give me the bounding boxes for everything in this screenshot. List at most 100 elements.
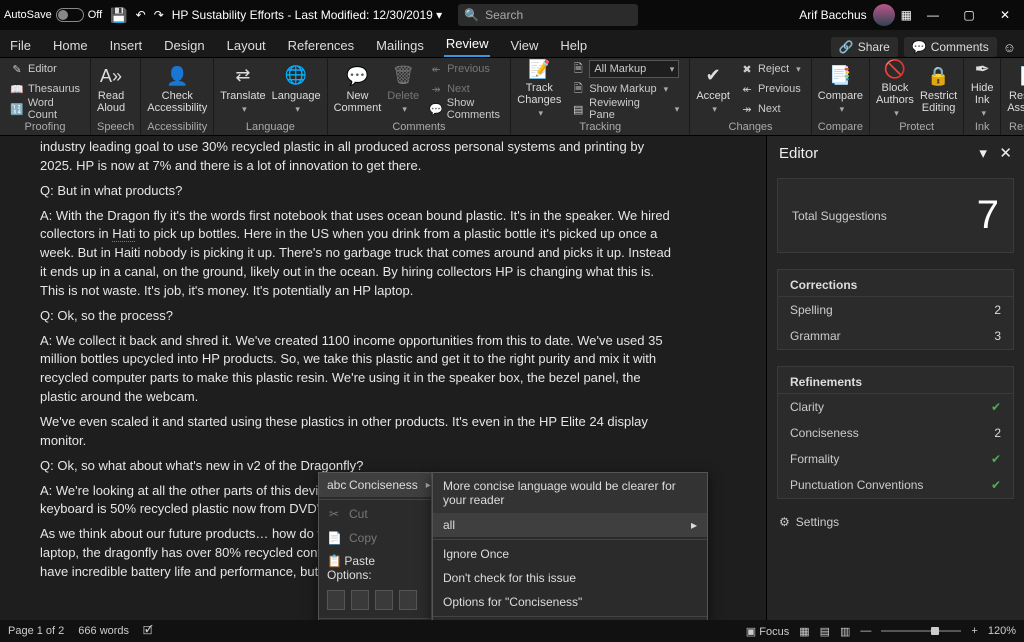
- tab-layout[interactable]: Layout: [225, 34, 268, 57]
- minimize-button[interactable]: —: [918, 0, 948, 30]
- zoom-level[interactable]: 120%: [988, 625, 1016, 637]
- zoom-slider[interactable]: [881, 630, 961, 632]
- restrict-editing-button[interactable]: 🔒Restrict Editing: [920, 60, 957, 118]
- para[interactable]: A: With the Dragon fly it's the words fi…: [40, 207, 680, 301]
- tab-file[interactable]: File: [8, 34, 33, 57]
- group-resume: Resume: [1007, 121, 1024, 135]
- track-changes-button[interactable]: 📝Track Changes: [517, 60, 561, 118]
- para[interactable]: industry leading goal to use 30% recycle…: [40, 138, 680, 176]
- accept-button[interactable]: ✔Accept: [696, 60, 730, 118]
- para[interactable]: Q: Ok, so the process?: [40, 307, 680, 326]
- group-proofing: Proofing: [6, 121, 84, 135]
- tab-references[interactable]: References: [286, 34, 356, 57]
- avatar[interactable]: [873, 4, 895, 26]
- new-comment-button[interactable]: 💬New Comment: [334, 60, 382, 118]
- grammar-row[interactable]: Grammar3: [778, 323, 1013, 349]
- submenu-options[interactable]: Options for "Conciseness": [433, 590, 707, 614]
- tab-review[interactable]: Review: [444, 32, 491, 57]
- para[interactable]: Q: But in what products?: [40, 182, 680, 201]
- editor-settings[interactable]: ⚙ Settings: [767, 507, 1024, 537]
- autosave-toggle[interactable]: [56, 8, 84, 22]
- group-language: Language: [220, 121, 320, 135]
- show-markup-button[interactable]: 🗎Show Markup: [567, 80, 683, 98]
- corrections-header: Corrections: [778, 270, 1013, 297]
- search-box[interactable]: 🔍 Search: [458, 4, 638, 26]
- focus-button[interactable]: ▣ Focus: [746, 625, 789, 638]
- share-button[interactable]: 🔗 Share: [831, 37, 898, 57]
- total-label: Total Suggestions: [792, 209, 887, 223]
- view-readmode-icon[interactable]: ▦: [799, 625, 809, 638]
- conciseness-row[interactable]: Conciseness2: [778, 420, 1013, 446]
- redo-icon[interactable]: ↷: [154, 8, 164, 22]
- close-button[interactable]: ✕: [990, 0, 1020, 30]
- next-comment-button[interactable]: ↠Next: [425, 80, 504, 98]
- tab-insert[interactable]: Insert: [108, 34, 145, 57]
- tab-view[interactable]: View: [508, 34, 540, 57]
- translate-button[interactable]: ⇄Translate: [220, 60, 265, 118]
- ctx-conciseness[interactable]: abcConciseness▸: [319, 473, 431, 497]
- autosave-label: AutoSave: [4, 9, 52, 21]
- status-proof-icon[interactable]: 🗹: [143, 622, 153, 641]
- clarity-row[interactable]: Clarity✔: [778, 394, 1013, 420]
- zoom-out-icon[interactable]: —: [860, 625, 871, 637]
- para[interactable]: A: We collect it back and shred it. We'v…: [40, 332, 680, 407]
- group-tracking: Tracking: [517, 121, 683, 135]
- save-icon[interactable]: 💾: [110, 7, 127, 24]
- reject-button[interactable]: ✖Reject: [736, 60, 805, 78]
- ctx-cut[interactable]: ✂Cut: [319, 502, 431, 526]
- status-words[interactable]: 666 words: [78, 625, 129, 637]
- view-web-icon[interactable]: ▥: [840, 625, 850, 638]
- paste-option-4[interactable]: [399, 590, 417, 610]
- tab-design[interactable]: Design: [162, 34, 206, 57]
- next-change-button[interactable]: ↠Next: [736, 100, 805, 118]
- markup-dropdown[interactable]: 🗎All Markup: [567, 60, 683, 78]
- language-button[interactable]: 🌐Language: [272, 60, 321, 118]
- autosave-state: Off: [88, 9, 102, 21]
- zoom-in-icon[interactable]: +: [971, 625, 977, 637]
- resume-assistant-button[interactable]: 📄Resume Assistant: [1007, 60, 1024, 118]
- refinements-header: Refinements: [778, 367, 1013, 394]
- submenu-dontcheck[interactable]: Don't check for this issue: [433, 566, 707, 590]
- thesaurus-button[interactable]: 📖Thesaurus: [6, 80, 84, 98]
- punctuation-row[interactable]: Punctuation Conventions✔: [778, 472, 1013, 498]
- wordcount-button[interactable]: 🔢Word Count: [6, 100, 84, 118]
- show-comments-button[interactable]: 💬Show Comments: [425, 100, 504, 118]
- editor-pane-title: Editor: [779, 145, 818, 162]
- doc-title[interactable]: HP Sustability Efforts - Last Modified: …: [172, 8, 442, 22]
- formality-row[interactable]: Formality✔: [778, 446, 1013, 472]
- prev-change-button[interactable]: ↞Previous: [736, 80, 805, 98]
- paste-option-2[interactable]: [351, 590, 369, 610]
- comments-button[interactable]: 💬 Comments: [904, 37, 997, 57]
- paste-option-1[interactable]: [327, 590, 345, 610]
- compare-button[interactable]: 📑Compare: [818, 60, 863, 118]
- total-suggestions-card[interactable]: Total Suggestions 7: [777, 178, 1014, 253]
- submenu-ignore[interactable]: Ignore Once: [433, 542, 707, 566]
- ctx-copy[interactable]: 📄Copy: [319, 526, 431, 550]
- user-name: Arif Bacchus: [799, 8, 866, 22]
- check-accessibility-button[interactable]: 👤Check Accessibility: [147, 60, 207, 118]
- delete-comment-button[interactable]: 🗑Delete: [387, 60, 419, 118]
- face-icon[interactable]: ☺: [1003, 40, 1016, 55]
- tab-home[interactable]: Home: [51, 34, 90, 57]
- maximize-button[interactable]: ▢: [954, 0, 984, 30]
- editor-button[interactable]: ✎Editor: [6, 60, 84, 78]
- tab-help[interactable]: Help: [558, 34, 589, 57]
- submenu-seemore[interactable]: 🗎 See More: [433, 619, 707, 620]
- prev-comment-button[interactable]: ↞Previous: [425, 60, 504, 78]
- hide-ink-button[interactable]: ✒Hide Ink: [970, 60, 994, 118]
- paste-option-3[interactable]: [375, 590, 393, 610]
- tab-mailings[interactable]: Mailings: [374, 34, 426, 57]
- submenu-all[interactable]: all▸: [433, 513, 707, 537]
- block-authors-button[interactable]: 🚫Block Authors: [876, 60, 914, 118]
- spelling-row[interactable]: Spelling2: [778, 297, 1013, 323]
- editor-pane-dropdown-icon[interactable]: ▾: [979, 145, 987, 162]
- status-page[interactable]: Page 1 of 2: [8, 625, 64, 637]
- para[interactable]: We've even scaled it and started using t…: [40, 413, 680, 451]
- undo-icon[interactable]: ↶: [136, 8, 146, 22]
- view-print-icon[interactable]: ▤: [820, 625, 830, 638]
- document-area[interactable]: industry leading goal to use 30% recycle…: [0, 136, 766, 620]
- display-mode-icon[interactable]: ▦: [901, 8, 912, 22]
- editor-pane-close-icon[interactable]: ✕: [999, 145, 1012, 162]
- reviewing-pane-button[interactable]: ▤Reviewing Pane: [567, 100, 683, 118]
- read-aloud-button[interactable]: A»Read Aloud: [97, 60, 125, 118]
